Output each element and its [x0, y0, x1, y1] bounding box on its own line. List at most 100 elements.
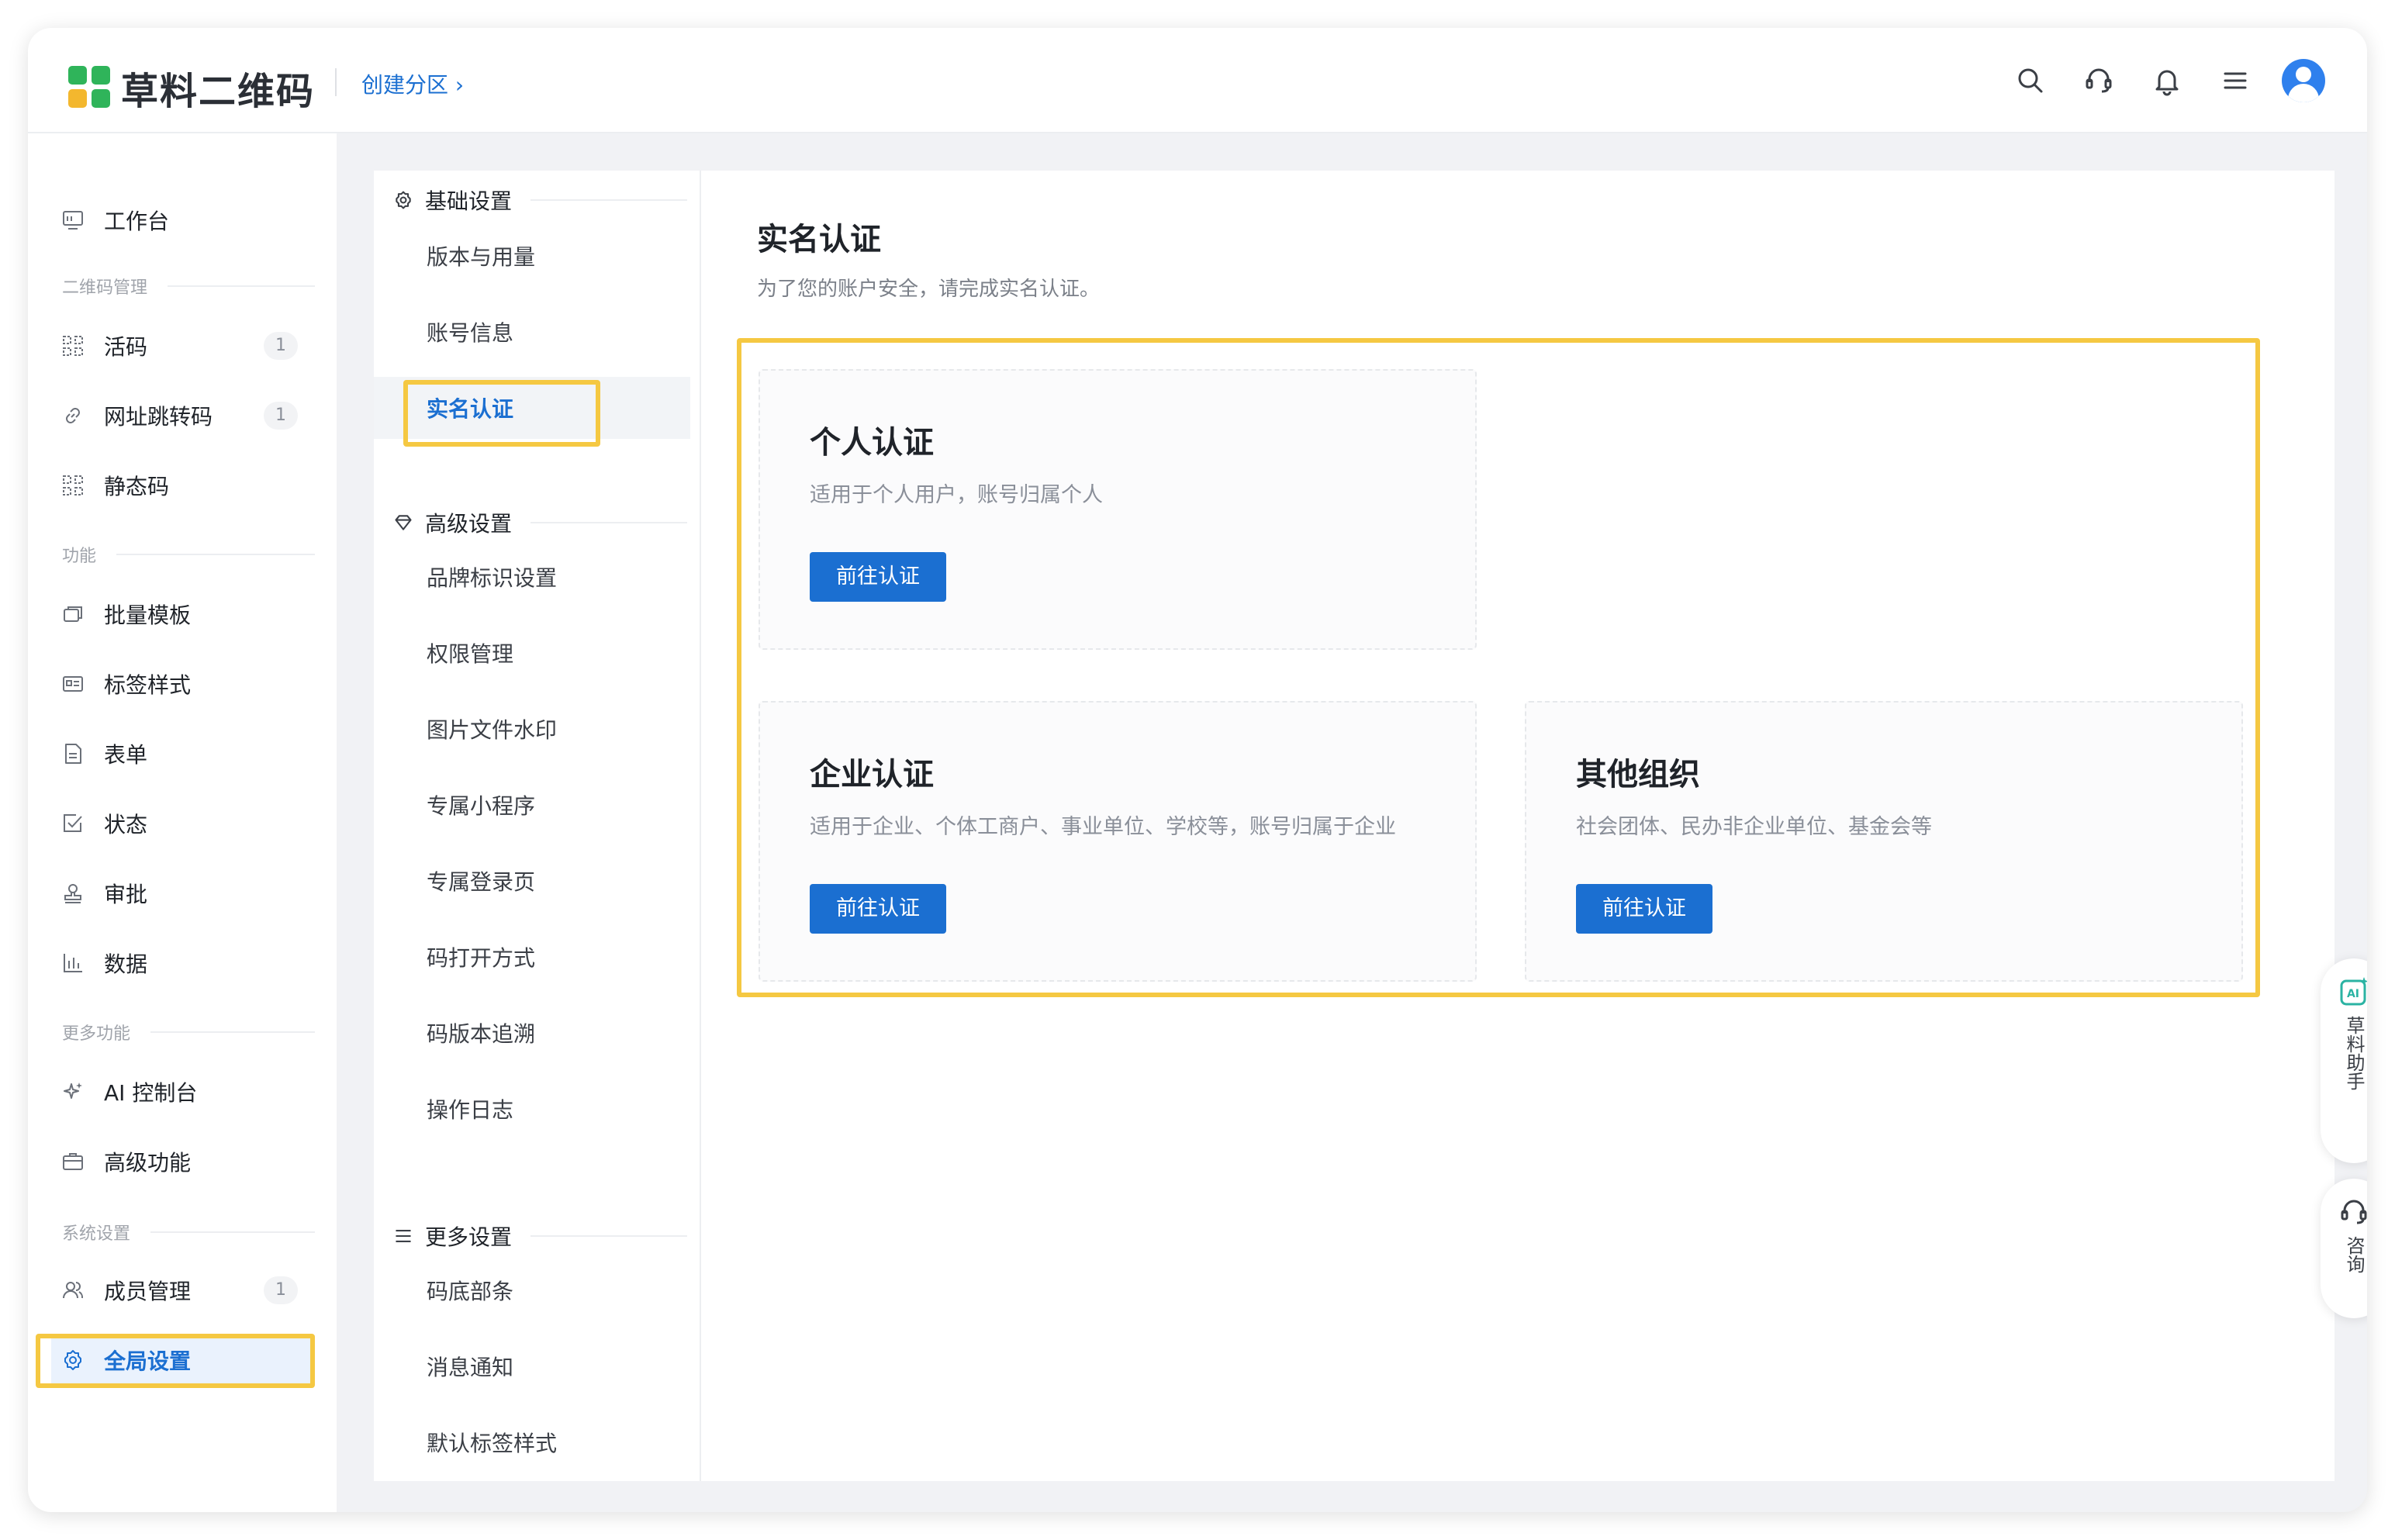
settings-item-version-usage[interactable]: 版本与用量	[374, 225, 690, 287]
sidebar-item-label: 工作台	[104, 209, 170, 234]
card-description: 适用于企业、个体工商户、事业单位、学校等，账号归属于企业	[810, 815, 1396, 839]
settings-item-watermark[interactable]: 图片文件水印	[374, 698, 690, 760]
sidebar-item-label: 批量模板	[104, 603, 192, 628]
sidebar-item-url-code[interactable]: 网址跳转码 1	[51, 391, 315, 440]
enterprise-verify-button[interactable]: 前往认证	[810, 884, 946, 934]
settings-item-label: 权限管理	[427, 641, 514, 667]
stamp-icon	[60, 881, 85, 906]
settings-group-title: 基础设置	[425, 188, 513, 214]
headset-icon	[2336, 1194, 2367, 1230]
page-title: 实名认证	[757, 222, 881, 257]
sidebar-item-members[interactable]: 成员管理 1	[51, 1265, 315, 1315]
sidebar-item-batch-template[interactable]: 批量模板	[51, 589, 315, 639]
consult-float[interactable]: 咨询	[2321, 1179, 2367, 1318]
top-header: 草料二维码 创建分区 ›	[28, 28, 2367, 133]
settings-item-brand[interactable]: 品牌标识设置	[374, 546, 690, 608]
sidebar-item-approval[interactable]: 审批	[51, 868, 315, 918]
settings-item-bottom-bar[interactable]: 码底部条	[374, 1259, 690, 1321]
sidebar-item-label: 数据	[104, 951, 148, 977]
settings-item-label: 消息通知	[427, 1355, 514, 1380]
qr-grid-icon	[60, 333, 85, 358]
sidebar-item-label: 状态	[104, 812, 148, 837]
link-icon	[60, 403, 85, 428]
bell-icon[interactable]	[2145, 59, 2189, 102]
users-icon	[60, 1278, 85, 1303]
document-icon	[60, 741, 85, 766]
enterprise-verification-card: 企业认证 适用于企业、个体工商户、事业单位、学校等，账号归属于企业 前往认证	[759, 701, 1477, 982]
stacked-cards-icon	[60, 602, 85, 627]
app-name: 草料二维码	[121, 70, 316, 113]
sidebar-item-label: 静态码	[104, 474, 170, 499]
settings-item-label: 操作日志	[427, 1097, 514, 1123]
assistant-label: 草料助手	[2343, 1016, 2365, 1090]
sidebar-item-status[interactable]: 状态	[51, 799, 315, 848]
header-actions	[2009, 59, 2367, 102]
sidebar-group-qr: 二维码管理	[62, 275, 315, 298]
ai-assistant-float[interactable]: AI 草料助手	[2321, 958, 2367, 1163]
page-description: 为了您的账户安全，请完成实名认证。	[757, 278, 1101, 301]
settings-item-open-method[interactable]: 码打开方式	[374, 926, 690, 988]
sidebar-item-live-code[interactable]: 活码 1	[51, 321, 315, 371]
ai-badge-icon: AI	[2336, 974, 2367, 1010]
group-label: 系统设置	[62, 1224, 131, 1244]
support-headset-icon[interactable]	[2077, 59, 2120, 102]
card-description: 适用于个人用户，账号归属个人	[810, 483, 1103, 507]
consult-label: 咨询	[2343, 1236, 2365, 1273]
count-badge: 1	[264, 402, 298, 430]
briefcase-icon	[60, 1149, 85, 1174]
group-label: 二维码管理	[62, 278, 148, 298]
settings-item-label: 码打开方式	[427, 945, 536, 971]
settings-item-real-name[interactable]: 实名认证	[374, 377, 690, 439]
menu-icon[interactable]	[2214, 59, 2257, 102]
sidebar-item-label: 高级功能	[104, 1150, 192, 1176]
diamond-icon	[392, 512, 414, 533]
settings-item-label: 码底部条	[427, 1279, 514, 1304]
sidebar-item-data[interactable]: 数据	[51, 938, 315, 988]
search-icon[interactable]	[2009, 59, 2052, 102]
sidebar-item-form[interactable]: 表单	[51, 729, 315, 779]
settings-group-title: 更多设置	[425, 1224, 513, 1250]
settings-item-label: 实名认证	[427, 396, 514, 422]
settings-item-default-label-style[interactable]: 默认标签样式	[374, 1411, 690, 1473]
settings-item-mini-program[interactable]: 专属小程序	[374, 774, 690, 836]
settings-item-login-page[interactable]: 专属登录页	[374, 850, 690, 912]
create-partition-link[interactable]: 创建分区 ›	[361, 68, 464, 99]
settings-item-label: 专属小程序	[427, 793, 536, 819]
sparkle-icon	[60, 1079, 85, 1104]
other-org-verify-button[interactable]: 前往认证	[1576, 884, 1712, 934]
checkbox-icon	[60, 811, 85, 836]
settings-item-notifications[interactable]: 消息通知	[374, 1335, 690, 1397]
sidebar-item-workbench[interactable]: 工作台	[51, 195, 315, 245]
card-title: 其他组织	[1576, 757, 1700, 792]
settings-item-label: 默认标签样式	[427, 1431, 558, 1456]
card-title: 企业认证	[810, 757, 934, 792]
settings-item-version-trace[interactable]: 码版本追溯	[374, 1002, 690, 1064]
app-window: 草料二维码 创建分区 › 工作台 二维码管理 活码 1 网址跳转码 1 静态码 …	[28, 28, 2367, 1512]
settings-nav: 基础设置 版本与用量 账号信息 实名认证 高级设置 品牌标识设置 权限管理 图片…	[374, 171, 701, 1481]
sidebar-item-global-settings[interactable]: 全局设置	[51, 1335, 315, 1385]
other-org-verification-card: 其他组织 社会团体、民办非企业单位、基金会等 前往认证	[1525, 701, 2243, 982]
app-logo[interactable]: 草料二维码	[68, 60, 315, 115]
settings-group-advanced: 高级设置	[392, 507, 687, 538]
count-badge: 1	[264, 332, 298, 360]
gear-icon	[392, 189, 414, 211]
sidebar-item-ai-console[interactable]: AI 控制台	[51, 1067, 315, 1117]
sidebar-group-system: 系统设置	[62, 1221, 315, 1244]
sidebar-item-static-code[interactable]: 静态码	[51, 461, 315, 510]
settings-item-label: 版本与用量	[427, 244, 536, 270]
main-sidebar: 工作台 二维码管理 活码 1 网址跳转码 1 静态码 功能 批量模板 标签样式	[28, 133, 337, 1512]
personal-verify-button[interactable]: 前往认证	[810, 552, 946, 602]
svg-text:AI: AI	[2347, 988, 2359, 1000]
settings-item-operation-log[interactable]: 操作日志	[374, 1078, 690, 1140]
sidebar-item-label-style[interactable]: 标签样式	[51, 659, 315, 709]
settings-item-account-info[interactable]: 账号信息	[374, 301, 690, 363]
sidebar-item-label: AI 控制台	[104, 1080, 198, 1106]
settings-item-permissions[interactable]: 权限管理	[374, 622, 690, 684]
user-avatar[interactable]	[2282, 59, 2325, 102]
sidebar-item-advanced[interactable]: 高级功能	[51, 1137, 315, 1186]
settings-item-label: 码版本追溯	[427, 1021, 536, 1047]
gear-icon	[60, 1348, 85, 1373]
list-icon	[392, 1225, 414, 1247]
sidebar-item-label: 活码	[104, 334, 148, 360]
settings-group-basic: 基础设置	[392, 185, 687, 216]
